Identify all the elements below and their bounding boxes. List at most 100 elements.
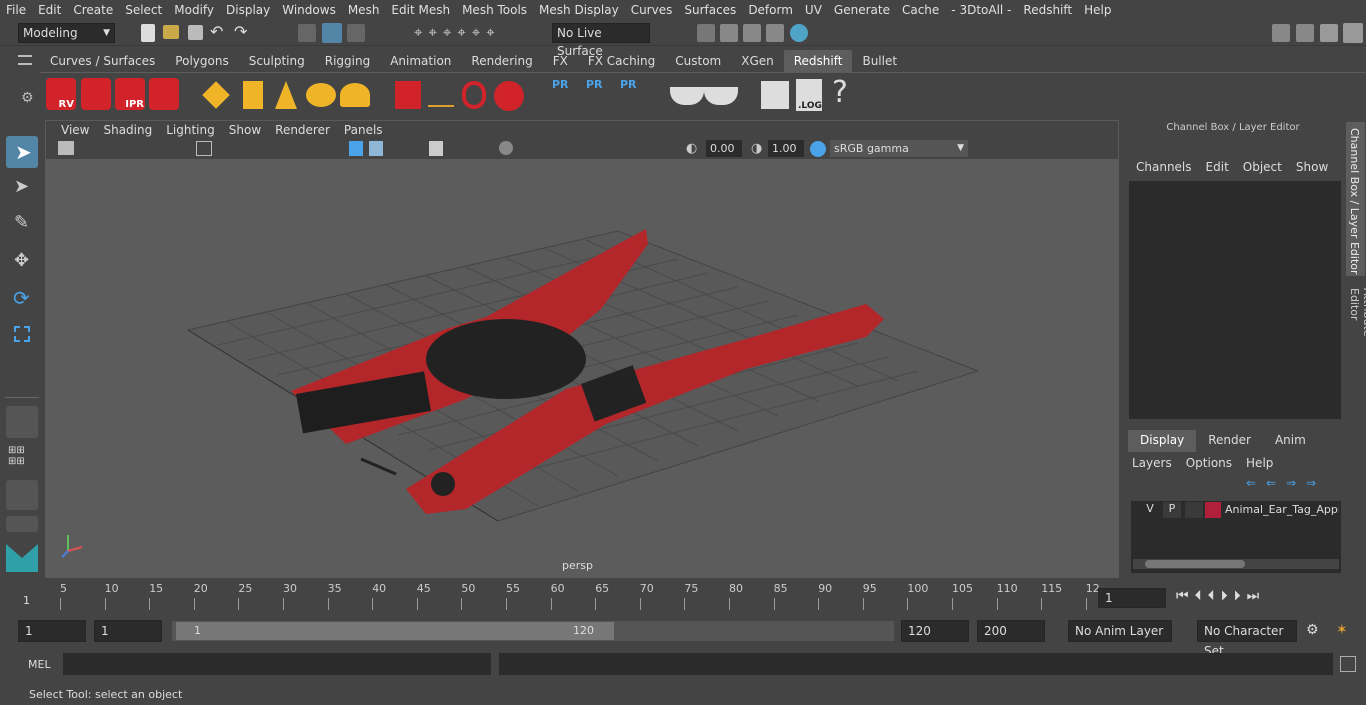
light-dome-icon[interactable]: [306, 83, 336, 107]
channel-box-menu-object[interactable]: Object: [1237, 160, 1290, 178]
menu-create[interactable]: Create: [67, 3, 119, 17]
menu-curves[interactable]: Curves: [625, 3, 679, 17]
layer-playback-toggle[interactable]: P: [1163, 502, 1181, 518]
character-set-dropdown[interactable]: No Character Set: [1197, 620, 1297, 658]
layout-icon[interactable]: [1296, 24, 1314, 42]
grid-icon[interactable]: [196, 141, 212, 156]
snap-icons[interactable]: ⌖⌖⌖⌖⌖⌖: [414, 23, 501, 41]
layer-tab-display[interactable]: Display: [1128, 430, 1197, 452]
layer-type-toggle[interactable]: [1185, 502, 1203, 518]
layer-scrollbar[interactable]: [1133, 559, 1339, 569]
layout-single-button[interactable]: [6, 406, 38, 438]
layer-tab-anim[interactable]: Anim: [1263, 430, 1318, 452]
menu-modify[interactable]: Modify: [168, 3, 220, 17]
menu-edit-mesh[interactable]: Edit Mesh: [385, 3, 456, 17]
script-editor-icon[interactable]: [761, 81, 789, 109]
viewport-menu-lighting[interactable]: Lighting: [159, 121, 222, 139]
scene-end-field[interactable]: 200: [977, 620, 1045, 642]
script-language-toggle[interactable]: MEL: [28, 658, 51, 671]
ipr-button[interactable]: IPR: [115, 78, 145, 110]
menu-windows[interactable]: Windows: [276, 3, 342, 17]
shelf-tab-fx[interactable]: FX: [543, 50, 578, 72]
channel-box-menu-show[interactable]: Show: [1290, 160, 1336, 178]
rv-render-view-button[interactable]: RV: [46, 78, 76, 110]
viewport-menu-view[interactable]: View: [54, 121, 96, 139]
redo-icon[interactable]: ↷: [234, 22, 247, 41]
light-spot-icon[interactable]: [275, 81, 297, 109]
layer-name[interactable]: Animal_Ear_Tag_Applic: [1225, 503, 1339, 516]
bake-icon[interactable]: [670, 87, 704, 105]
menu-display[interactable]: Display: [220, 3, 276, 17]
toggle-panels-icon[interactable]: [1343, 23, 1363, 43]
shelf-tab-fx-caching[interactable]: FX Caching: [578, 50, 665, 72]
light-portal-icon[interactable]: [243, 81, 263, 109]
pr-box-button[interactable]: PR: [552, 77, 578, 113]
workspace-icon[interactable]: [1272, 24, 1290, 42]
viewport-menu-panels[interactable]: Panels: [337, 121, 390, 139]
undo-icon[interactable]: ↶: [210, 22, 223, 41]
viewport-menu-renderer[interactable]: Renderer: [268, 121, 337, 139]
paint-select-button[interactable]: ✎: [6, 208, 38, 240]
gear-icon[interactable]: ⚙: [21, 90, 34, 106]
menu-edit[interactable]: Edit: [32, 3, 67, 17]
tab-attribute-editor[interactable]: Attribute Editor: [1346, 282, 1366, 372]
layer-menu-layers[interactable]: Layers: [1132, 456, 1180, 474]
camera-icon[interactable]: [58, 141, 74, 155]
menu-redshift[interactable]: Redshift: [1017, 3, 1078, 17]
mode-dropdown[interactable]: Modeling ▼: [18, 23, 115, 43]
range-slider-track[interactable]: 1 120: [172, 621, 894, 641]
viewport-menu-show[interactable]: Show: [222, 121, 268, 139]
pr-swap-button[interactable]: PR: [620, 77, 646, 113]
lasso-tool-button[interactable]: ➤: [6, 172, 38, 204]
shelf-tab-rendering[interactable]: Rendering: [461, 50, 542, 72]
textured-icon[interactable]: [429, 141, 443, 156]
shelf-tab-polygons[interactable]: Polygons: [165, 50, 238, 72]
open-scene-icon[interactable]: [163, 25, 179, 39]
menu-mesh[interactable]: Mesh: [342, 3, 386, 17]
menu-help[interactable]: Help: [1078, 3, 1117, 17]
menu-mesh-tools[interactable]: Mesh Tools: [456, 3, 533, 17]
scrollbar-thumb[interactable]: [1145, 560, 1245, 568]
new-scene-icon[interactable]: [141, 24, 155, 42]
rotate-tool-button[interactable]: ⟳: [6, 282, 38, 314]
shadows-icon[interactable]: [499, 141, 513, 155]
hypershade-icon[interactable]: [790, 24, 808, 42]
layer-row[interactable]: V P Animal_Ear_Tag_Applic: [1133, 501, 1341, 519]
volume-icon[interactable]: [462, 81, 486, 109]
live-surface-field[interactable]: No Live Surface: [552, 23, 650, 58]
auto-key-icon[interactable]: ✶: [1336, 622, 1348, 638]
color-space-dropdown[interactable]: sRGB gamma ▼: [830, 140, 968, 157]
save-scene-icon[interactable]: [188, 25, 203, 40]
layer-menu-options[interactable]: Options: [1186, 456, 1240, 474]
shelf-menu-icon[interactable]: [18, 55, 32, 65]
select-hierarchy-icon[interactable]: [298, 24, 316, 42]
layout-quad-button[interactable]: ⊞⊞ ⊞⊞: [6, 443, 38, 473]
physical-sky-icon[interactable]: [340, 83, 370, 107]
render-frame-icon[interactable]: [720, 24, 738, 42]
tab-channel-box[interactable]: Channel Box / Layer Editor: [1346, 122, 1365, 276]
shelf-tab-redshift[interactable]: Redshift: [783, 50, 853, 72]
anim-layer-dropdown[interactable]: No Anim Layer: [1068, 620, 1172, 642]
channel-box-menu-edit[interactable]: Edit: [1200, 160, 1237, 178]
gamma-icon[interactable]: ◑: [751, 141, 762, 156]
help-icon[interactable]: ?: [832, 75, 848, 110]
range-slider-handle[interactable]: 1 120: [176, 622, 614, 640]
scene-start-field[interactable]: 1: [18, 620, 86, 642]
color-management-icon[interactable]: [810, 141, 826, 157]
wireframe-icon[interactable]: [349, 141, 363, 156]
menu-mesh-display[interactable]: Mesh Display: [533, 3, 625, 17]
proxy-icon[interactable]: [395, 81, 421, 109]
log-button[interactable]: .LOG: [796, 79, 822, 111]
menu-select[interactable]: Select: [119, 3, 168, 17]
menu-cache[interactable]: Cache: [896, 3, 945, 17]
layer-menu-help[interactable]: Help: [1246, 456, 1281, 474]
ipr-render-icon[interactable]: [743, 24, 761, 42]
channel-box-menu-channels[interactable]: Channels: [1130, 160, 1200, 178]
menu--3dtoall-[interactable]: - 3DtoAll -: [945, 3, 1017, 17]
preferences-icon[interactable]: ⚙: [1306, 622, 1319, 638]
select-component-icon[interactable]: [347, 24, 365, 42]
render-button[interactable]: [81, 78, 111, 110]
shelf-tab-bullet[interactable]: Bullet: [852, 50, 907, 72]
select-object-icon[interactable]: [322, 23, 342, 43]
channel-list[interactable]: [1129, 181, 1341, 419]
